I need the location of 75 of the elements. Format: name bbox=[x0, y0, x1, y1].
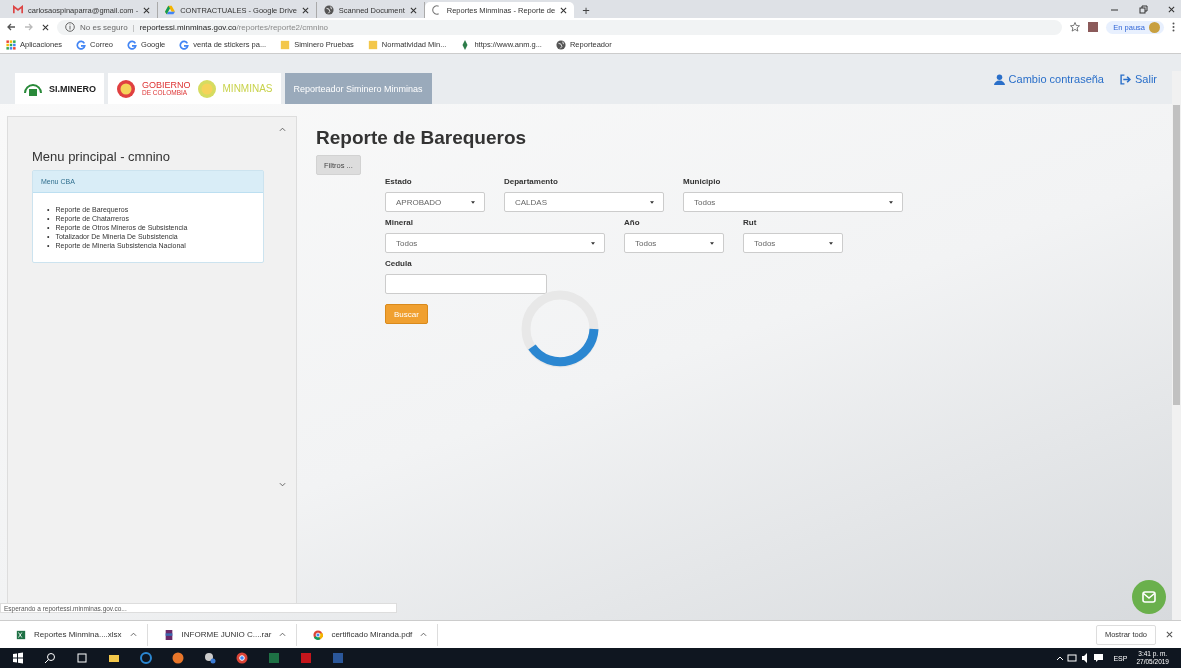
caret-down-icon[interactable] bbox=[279, 482, 286, 487]
select-field[interactable]: Todos bbox=[743, 233, 843, 253]
select-field[interactable]: CALDAS bbox=[504, 192, 664, 212]
globe-icon bbox=[555, 39, 566, 50]
globe-icon bbox=[323, 5, 334, 15]
change-password-link[interactable]: Cambio contraseña bbox=[993, 73, 1104, 85]
archive-file-icon bbox=[163, 629, 174, 640]
caret-up-icon[interactable] bbox=[420, 632, 428, 637]
download-item[interactable]: Reportes Minmina....xlsx bbox=[0, 623, 148, 646]
folder-icon[interactable] bbox=[108, 652, 120, 664]
field-label: Municipio bbox=[683, 177, 722, 186]
menu-icon[interactable] bbox=[1172, 22, 1175, 32]
app-icon[interactable] bbox=[204, 652, 216, 664]
task-view-icon[interactable] bbox=[76, 652, 88, 664]
caret-up-icon[interactable] bbox=[279, 127, 286, 132]
field-label: Cedula bbox=[385, 259, 413, 268]
close-icon[interactable] bbox=[409, 6, 417, 14]
new-tab-button[interactable]: + bbox=[574, 2, 598, 18]
caret-icon bbox=[471, 200, 475, 204]
select-field[interactable]: Todos bbox=[624, 233, 724, 253]
close-icon[interactable] bbox=[1166, 631, 1173, 638]
mail-icon bbox=[1141, 589, 1157, 605]
mail-icon bbox=[13, 5, 23, 15]
caret-icon bbox=[591, 241, 595, 245]
user-icon bbox=[993, 73, 1005, 85]
select-field[interactable]: APROBADO bbox=[385, 192, 485, 212]
download-item[interactable]: INFORME JUNIO C....rar bbox=[147, 623, 298, 646]
google-g-icon bbox=[76, 39, 87, 50]
field-label: Departamento bbox=[504, 177, 559, 186]
windows-start-icon[interactable] bbox=[12, 652, 24, 664]
browser-logo-icon bbox=[313, 629, 324, 640]
info-icon bbox=[65, 22, 75, 32]
close-icon[interactable] bbox=[301, 6, 309, 14]
select-field[interactable]: Todos bbox=[683, 192, 903, 212]
restore-icon[interactable] bbox=[1139, 4, 1148, 14]
report-title: Reporte de Barequeros bbox=[316, 127, 528, 149]
loading-icon bbox=[431, 5, 442, 15]
scrollbar[interactable] bbox=[1172, 71, 1181, 620]
close-window-icon[interactable] bbox=[1168, 5, 1175, 13]
google-g-icon bbox=[127, 39, 138, 50]
download-item[interactable]: certificado Miranda.pdf bbox=[297, 623, 439, 646]
folder-icon bbox=[367, 39, 378, 50]
caret-up-icon[interactable] bbox=[279, 632, 287, 637]
close-icon[interactable] bbox=[143, 6, 151, 14]
apps-grid-icon bbox=[6, 39, 16, 50]
field-label: Estado bbox=[385, 177, 413, 186]
sidebar-title: Menu principal - cmnino bbox=[32, 149, 171, 164]
loading-spinner-icon bbox=[520, 289, 600, 369]
caret-icon bbox=[650, 200, 654, 204]
spreadsheet-file-icon bbox=[16, 629, 26, 640]
siminero-logo: SI.MINERO bbox=[15, 73, 104, 104]
star-icon[interactable] bbox=[1070, 22, 1081, 32]
caret-icon bbox=[710, 241, 714, 245]
app-title-bar: Reporteador Siminero Minminas bbox=[284, 73, 432, 104]
field-label: Mineral bbox=[385, 218, 414, 227]
triangle-icon bbox=[165, 5, 176, 15]
select-field[interactable]: Todos bbox=[385, 233, 605, 253]
caret-icon bbox=[829, 241, 833, 245]
separator: | bbox=[132, 22, 135, 32]
stop-loading-icon[interactable] bbox=[42, 23, 49, 31]
tray-icons-drawing[interactable] bbox=[1056, 652, 1105, 664]
field-label: Rut bbox=[743, 218, 758, 227]
logout-icon bbox=[1120, 73, 1131, 85]
logout-link[interactable]: Salir bbox=[1120, 73, 1157, 85]
folder-icon bbox=[280, 39, 291, 50]
caret-up-icon[interactable] bbox=[129, 632, 137, 637]
back-arrow-icon[interactable] bbox=[6, 22, 16, 32]
browser-logo-icon[interactable] bbox=[236, 652, 248, 664]
close-icon[interactable] bbox=[560, 6, 568, 14]
caret-icon bbox=[889, 200, 893, 204]
address-bar[interactable]: No es seguro | reportessi.minminas.gov.co/reportes/reporte2/cmnino bbox=[57, 19, 1063, 35]
field-label: Año bbox=[624, 218, 641, 227]
input-field[interactable] bbox=[385, 274, 547, 294]
search-icon[interactable] bbox=[44, 652, 56, 664]
google-g-icon bbox=[179, 39, 190, 50]
